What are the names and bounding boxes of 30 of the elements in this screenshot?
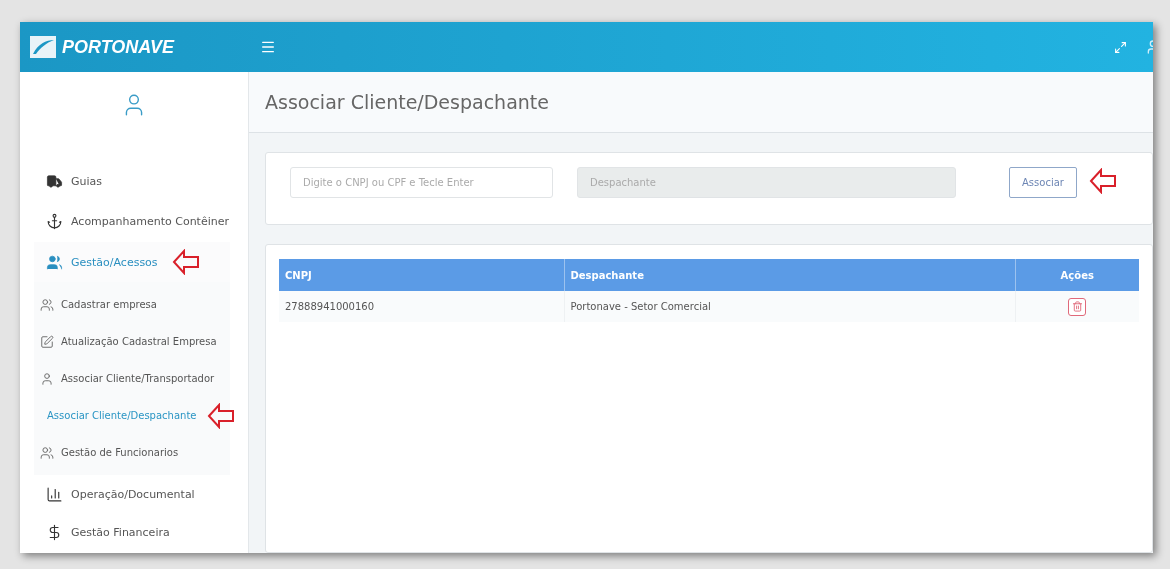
bar-chart-icon: [46, 485, 63, 503]
column-header: CNPJ: [279, 259, 564, 291]
sidebar-subitem[interactable]: Atualização Cadastral Empresa: [34, 323, 230, 361]
delete-button[interactable]: [1068, 297, 1087, 316]
search-field[interactable]: Digite o CNPJ ou CPF e Tecle Enter: [290, 167, 553, 198]
sidebar-item[interactable]: Guias: [34, 161, 230, 202]
users-icon: [46, 253, 63, 271]
sidebar-subitem[interactable]: Gestão de Funcionarios: [34, 434, 230, 472]
logo-text: PORTONAVE: [62, 36, 175, 58]
sidebar-item[interactable]: Gestão/Acessos: [34, 242, 230, 283]
logo-icon: [30, 36, 56, 58]
sidebar-item[interactable]: Acompanhamento Contêiner: [34, 201, 230, 243]
trash-icon: [1071, 301, 1083, 312]
sidebar-subitem[interactable]: Cadastrar empresa: [34, 286, 230, 324]
anchor-icon: [46, 213, 63, 231]
menu-icon[interactable]: [260, 39, 276, 55]
column-header: Ações: [1015, 259, 1139, 291]
sidebar-subitem[interactable]: Associar Cliente/Transportador: [34, 360, 230, 398]
expand-icon[interactable]: [1114, 40, 1127, 54]
despachante-field: Despachante: [577, 167, 956, 198]
user-icon: [40, 371, 54, 386]
users-icon: [40, 297, 54, 312]
table-cell: 27888941000160: [279, 291, 564, 322]
table-cell: Portonave - Setor Comercial: [564, 291, 1015, 322]
truck-icon: [46, 173, 63, 191]
users-icon: [40, 445, 54, 460]
edit-icon: [40, 334, 54, 349]
associar-button[interactable]: Associar: [1009, 167, 1077, 198]
page-title: Associar Cliente/Despachante: [265, 91, 549, 113]
column-header: Despachante: [564, 259, 1015, 291]
